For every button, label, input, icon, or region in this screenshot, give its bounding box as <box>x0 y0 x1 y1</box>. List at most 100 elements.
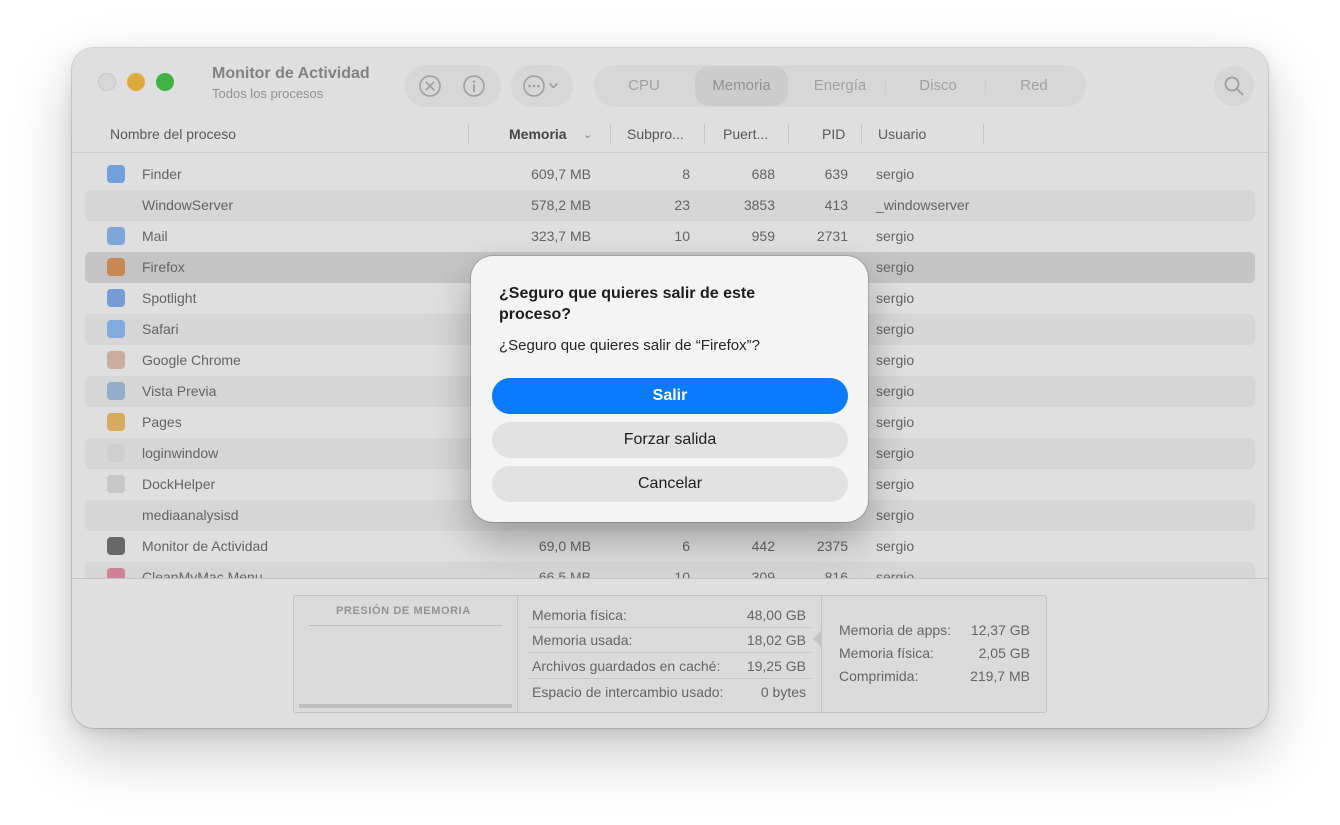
preview-icon <box>107 382 125 400</box>
column-header-ports[interactable]: Puert... <box>723 126 768 142</box>
app-title: Monitor de Actividad <box>212 65 370 82</box>
tab-divider <box>885 78 886 94</box>
stat-label-used-memory: Memoria usada: <box>532 632 633 648</box>
magnifying-glass-icon[interactable] <box>1214 66 1254 106</box>
column-header-name[interactable]: Nombre del proceso <box>110 126 236 142</box>
minimize-window-button[interactable] <box>127 73 145 91</box>
quit-process-dialog: ¿Seguro que quieres salir de este proces… <box>471 256 868 522</box>
column-divider <box>983 124 984 144</box>
tab-memoria[interactable]: Memoria <box>695 66 788 106</box>
stat-label-physical-memory: Memoria física: <box>532 607 627 623</box>
column-header-memory[interactable]: Memoria <box>509 126 567 142</box>
stat-value-app-memory: 12,37 GB <box>970 622 1030 638</box>
process-name: Finder <box>142 166 182 182</box>
column-divider <box>704 124 705 144</box>
process-user: sergio <box>876 321 915 337</box>
process-pid: 639 <box>824 166 848 182</box>
table-row[interactable]: Mail 323,7 MB 10 959 2731 sergio <box>85 221 1255 252</box>
stat-label-app-memory: Memoria de apps: <box>839 622 952 638</box>
column-divider <box>788 124 789 144</box>
stat-value-wired-memory: 2,05 GB <box>978 645 1030 661</box>
stat-label-swap-used: Espacio de intercambio usado: <box>532 684 724 700</box>
header-divider <box>72 152 1268 153</box>
process-pid: 413 <box>824 197 848 213</box>
stat-value-swap-used: 0 bytes <box>760 684 806 700</box>
stat-divider <box>527 652 811 653</box>
panel-divider <box>517 596 518 712</box>
memory-info-panel: PRESIÓN DE MEMORIA Memoria física: 48,00… <box>293 595 1047 713</box>
dockhelper-icon <box>107 475 125 493</box>
tab-energia[interactable]: Energía <box>800 74 880 98</box>
process-name: DockHelper <box>142 476 216 492</box>
process-name: mediaanalysisd <box>142 507 239 523</box>
process-user: sergio <box>876 507 915 523</box>
process-name: Mail <box>142 228 168 244</box>
tab-cpu[interactable]: CPU <box>612 74 676 98</box>
stat-divider <box>527 678 811 679</box>
process-user: sergio <box>876 538 915 554</box>
memory-pressure-graph <box>299 704 512 708</box>
process-user: sergio <box>876 414 915 430</box>
stat-value-cached-files: 19,25 GB <box>746 658 806 674</box>
activity-monitor-icon <box>107 537 125 555</box>
tab-red[interactable]: Red <box>994 74 1074 98</box>
process-name: Google Chrome <box>142 352 241 368</box>
stat-value-used-memory: 18,02 GB <box>746 632 806 648</box>
loginwindow-icon <box>107 444 125 462</box>
process-user: _windowserver <box>876 197 970 213</box>
column-header-threads[interactable]: Subpro... <box>627 126 684 142</box>
stat-value-physical-memory: 48,00 GB <box>746 607 806 623</box>
memory-pressure-title: PRESIÓN DE MEMORIA <box>336 605 471 617</box>
column-header-user[interactable]: Usuario <box>878 126 926 142</box>
process-name: Vista Previa <box>142 383 217 399</box>
process-user: sergio <box>876 259 915 275</box>
dialog-message: ¿Seguro que quieres salir de “Firefox”? <box>499 337 760 354</box>
process-threads: 23 <box>674 197 690 213</box>
process-pid: 2375 <box>816 538 848 554</box>
column-divider <box>468 124 469 144</box>
table-row[interactable]: CleanMyMac Menu 66,5 MB 10 309 816 sergio <box>85 562 1255 579</box>
force-quit-button[interactable]: Forzar salida <box>492 422 848 458</box>
tab-divider <box>985 78 986 94</box>
column-divider <box>610 124 611 144</box>
process-user: sergio <box>876 352 915 368</box>
process-memory: 609,7 MB <box>531 166 591 182</box>
x-circle-icon[interactable] <box>415 71 445 101</box>
table-row[interactable]: Monitor de Actividad 69,0 MB 6 442 2375 sergi… <box>85 531 1255 562</box>
chevron-down-icon: ⌄ <box>583 129 593 141</box>
process-memory: 578,2 MB <box>531 197 591 213</box>
cancel-button[interactable]: Cancelar <box>492 466 848 502</box>
stat-label-wired-memory: Memoria física: <box>839 645 934 661</box>
process-name: Spotlight <box>142 290 197 306</box>
stat-label-cached-files: Archivos guardados en caché: <box>532 658 721 674</box>
close-window-button[interactable] <box>98 73 116 91</box>
process-user: sergio <box>876 166 915 182</box>
table-row[interactable]: WindowServer 578,2 MB 23 3853 413 _windowserv… <box>85 190 1255 221</box>
finder-icon <box>107 165 125 183</box>
info-icon[interactable] <box>459 71 489 101</box>
memory-pressure-divider <box>309 625 502 626</box>
dialog-title: ¿Seguro que quieres salir de este proces… <box>499 285 756 323</box>
process-user: sergio <box>876 383 915 399</box>
process-threads: 6 <box>682 538 690 554</box>
column-header-pid[interactable]: PID <box>822 126 845 142</box>
chrome-icon <box>107 351 125 369</box>
process-memory: 69,0 MB <box>538 538 591 554</box>
tab-disco[interactable]: Disco <box>898 74 978 98</box>
process-name: WindowServer <box>142 197 234 213</box>
process-user: sergio <box>876 228 915 244</box>
process-threads: 8 <box>682 166 690 182</box>
process-pid: 2731 <box>816 228 848 244</box>
table-row[interactable]: Finder 609,7 MB 8 688 639 sergio <box>85 159 1255 190</box>
quit-button[interactable]: Salir <box>492 378 848 414</box>
spotlight-icon <box>107 289 125 307</box>
process-name: Pages <box>142 414 182 430</box>
ellipsis-icon[interactable] <box>520 71 564 101</box>
process-user: sergio <box>876 445 915 461</box>
bottom-panel-divider <box>72 578 1268 579</box>
zoom-window-button[interactable] <box>156 73 174 91</box>
mail-icon <box>107 227 125 245</box>
process-threads: 10 <box>674 228 690 244</box>
process-name: Safari <box>142 321 179 337</box>
process-name: Monitor de Actividad <box>142 538 269 554</box>
